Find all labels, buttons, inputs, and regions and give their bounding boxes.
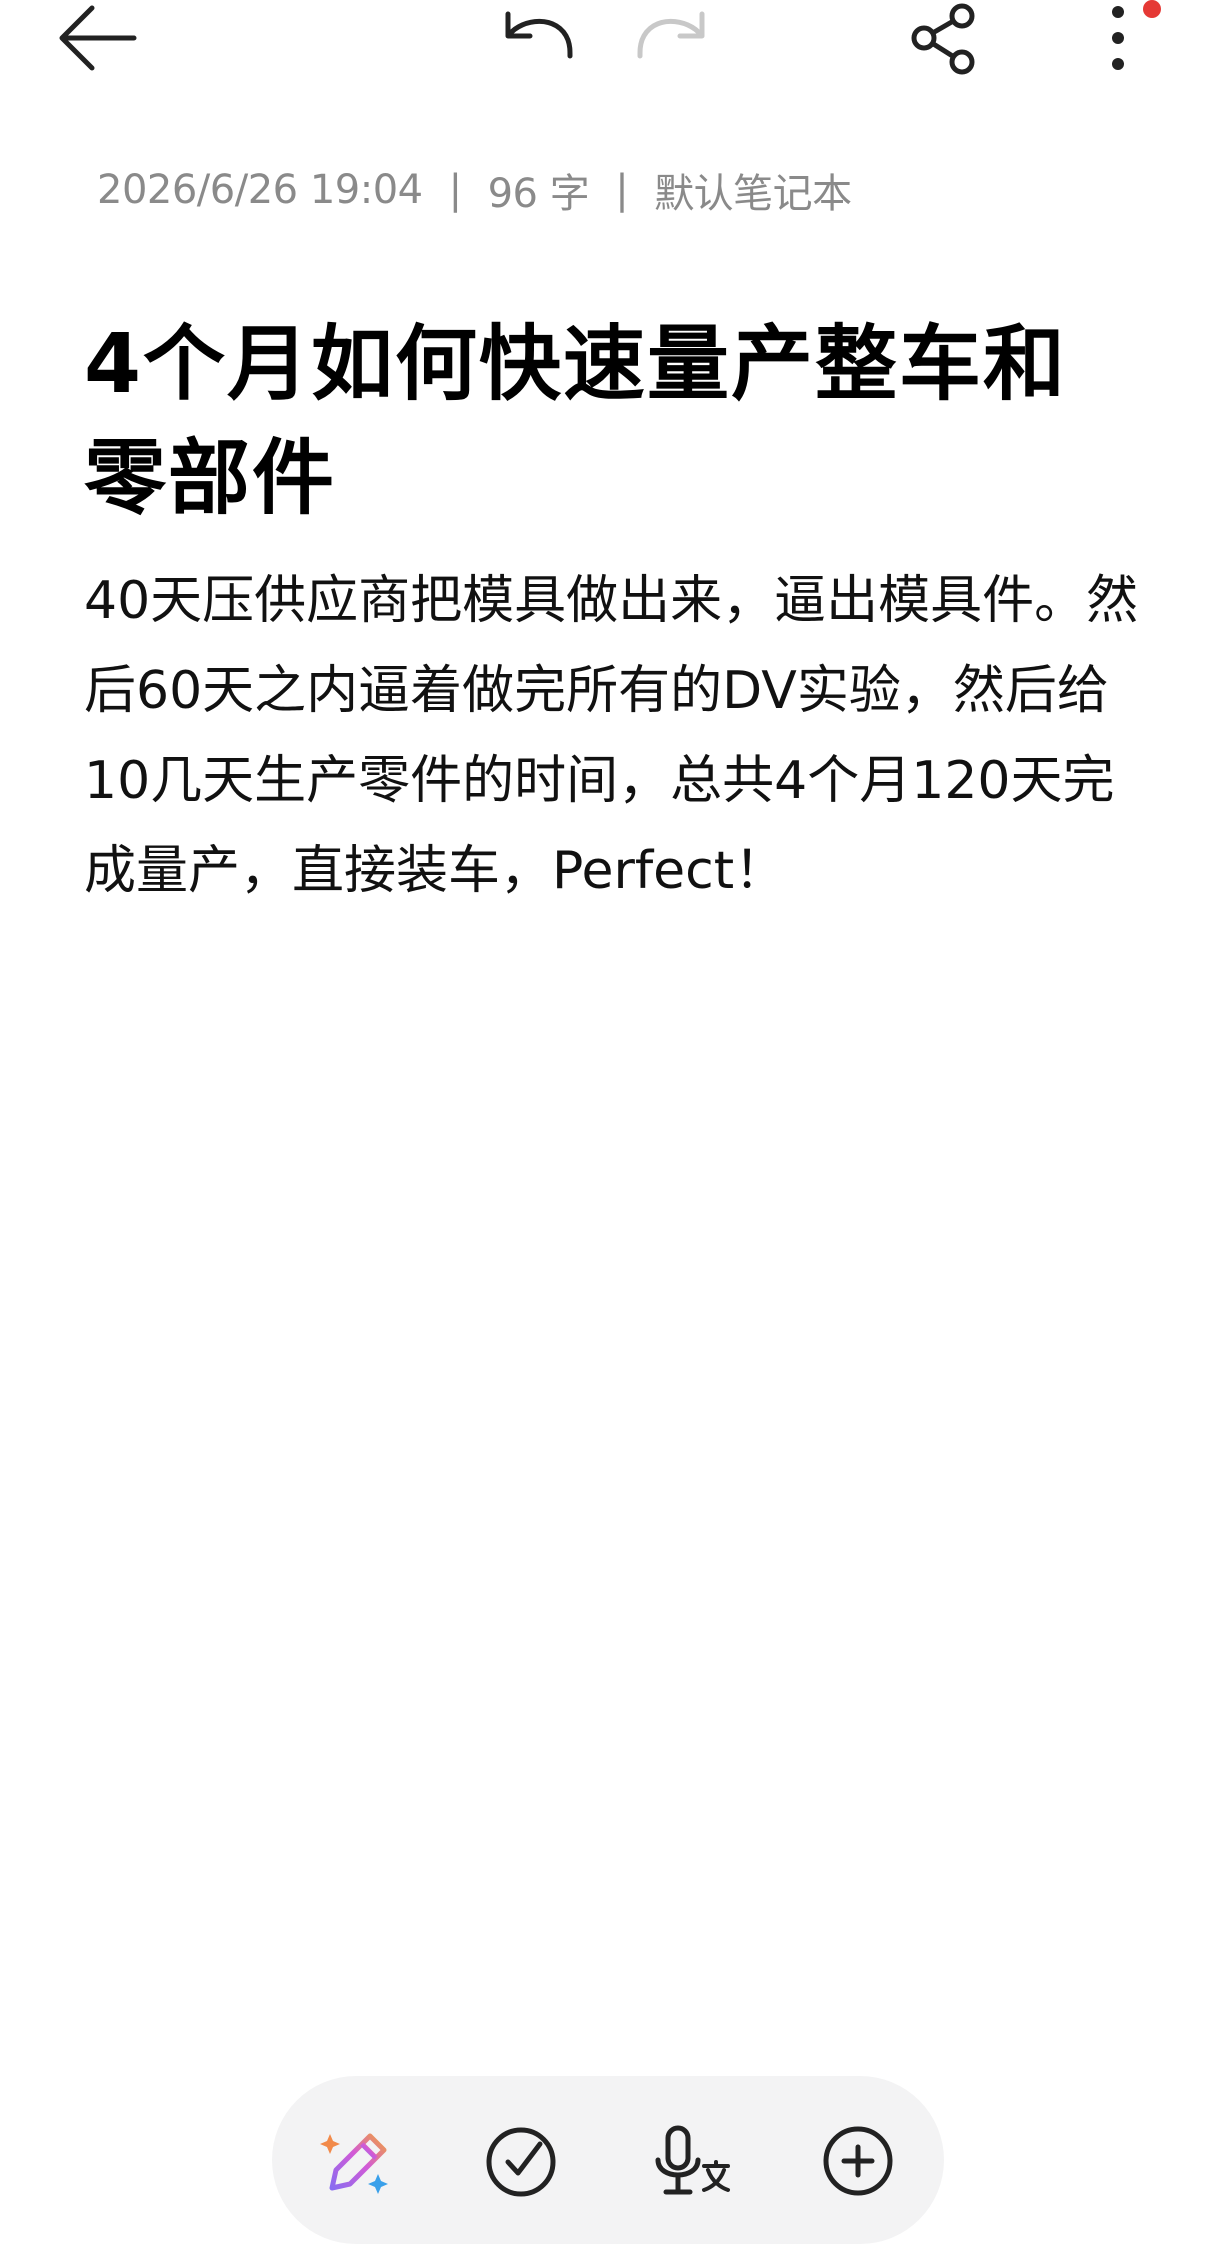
more-vertical-icon xyxy=(1080,0,1140,80)
checklist-button[interactable] xyxy=(476,2116,566,2206)
redo-icon xyxy=(630,4,710,74)
meta-separator: | xyxy=(448,167,462,213)
bottom-toolbar xyxy=(272,2076,944,2244)
share-icon xyxy=(904,0,984,80)
share-button[interactable] xyxy=(904,0,984,80)
undo-button[interactable] xyxy=(500,4,580,74)
add-attachment-button[interactable] xyxy=(813,2116,903,2206)
checklist-icon xyxy=(476,2116,566,2206)
more-options-button[interactable] xyxy=(1080,0,1140,80)
notebook-name[interactable]: 默认笔记本 xyxy=(654,161,852,219)
undo-icon xyxy=(500,4,580,74)
notification-dot xyxy=(1143,0,1161,18)
note-body[interactable]: 40天压供应商把模具做出来，逼出模具件。然后60天之内逼着做完所有的DV实验，然… xyxy=(84,556,1144,916)
ai-writing-button[interactable] xyxy=(312,2116,402,2206)
ai-pen-icon xyxy=(312,2116,402,2206)
add-circle-icon xyxy=(813,2116,903,2206)
voice-to-text-icon xyxy=(648,2116,738,2206)
note-word-count: 96 字 xyxy=(487,171,590,217)
arrow-left-icon xyxy=(50,0,146,80)
note-meta: 2026/6/26 19:04 | 96 字 | 默认笔记本 xyxy=(97,162,852,218)
meta-separator: | xyxy=(615,167,629,213)
back-button[interactable] xyxy=(50,0,146,80)
top-bar xyxy=(0,0,1216,90)
redo-button[interactable] xyxy=(630,4,710,74)
note-datetime: 2026/6/26 19:04 xyxy=(97,167,423,213)
voice-to-text-button[interactable] xyxy=(648,2116,738,2206)
note-title[interactable]: 4个月如何快速量产整车和零部件 xyxy=(84,308,1124,536)
